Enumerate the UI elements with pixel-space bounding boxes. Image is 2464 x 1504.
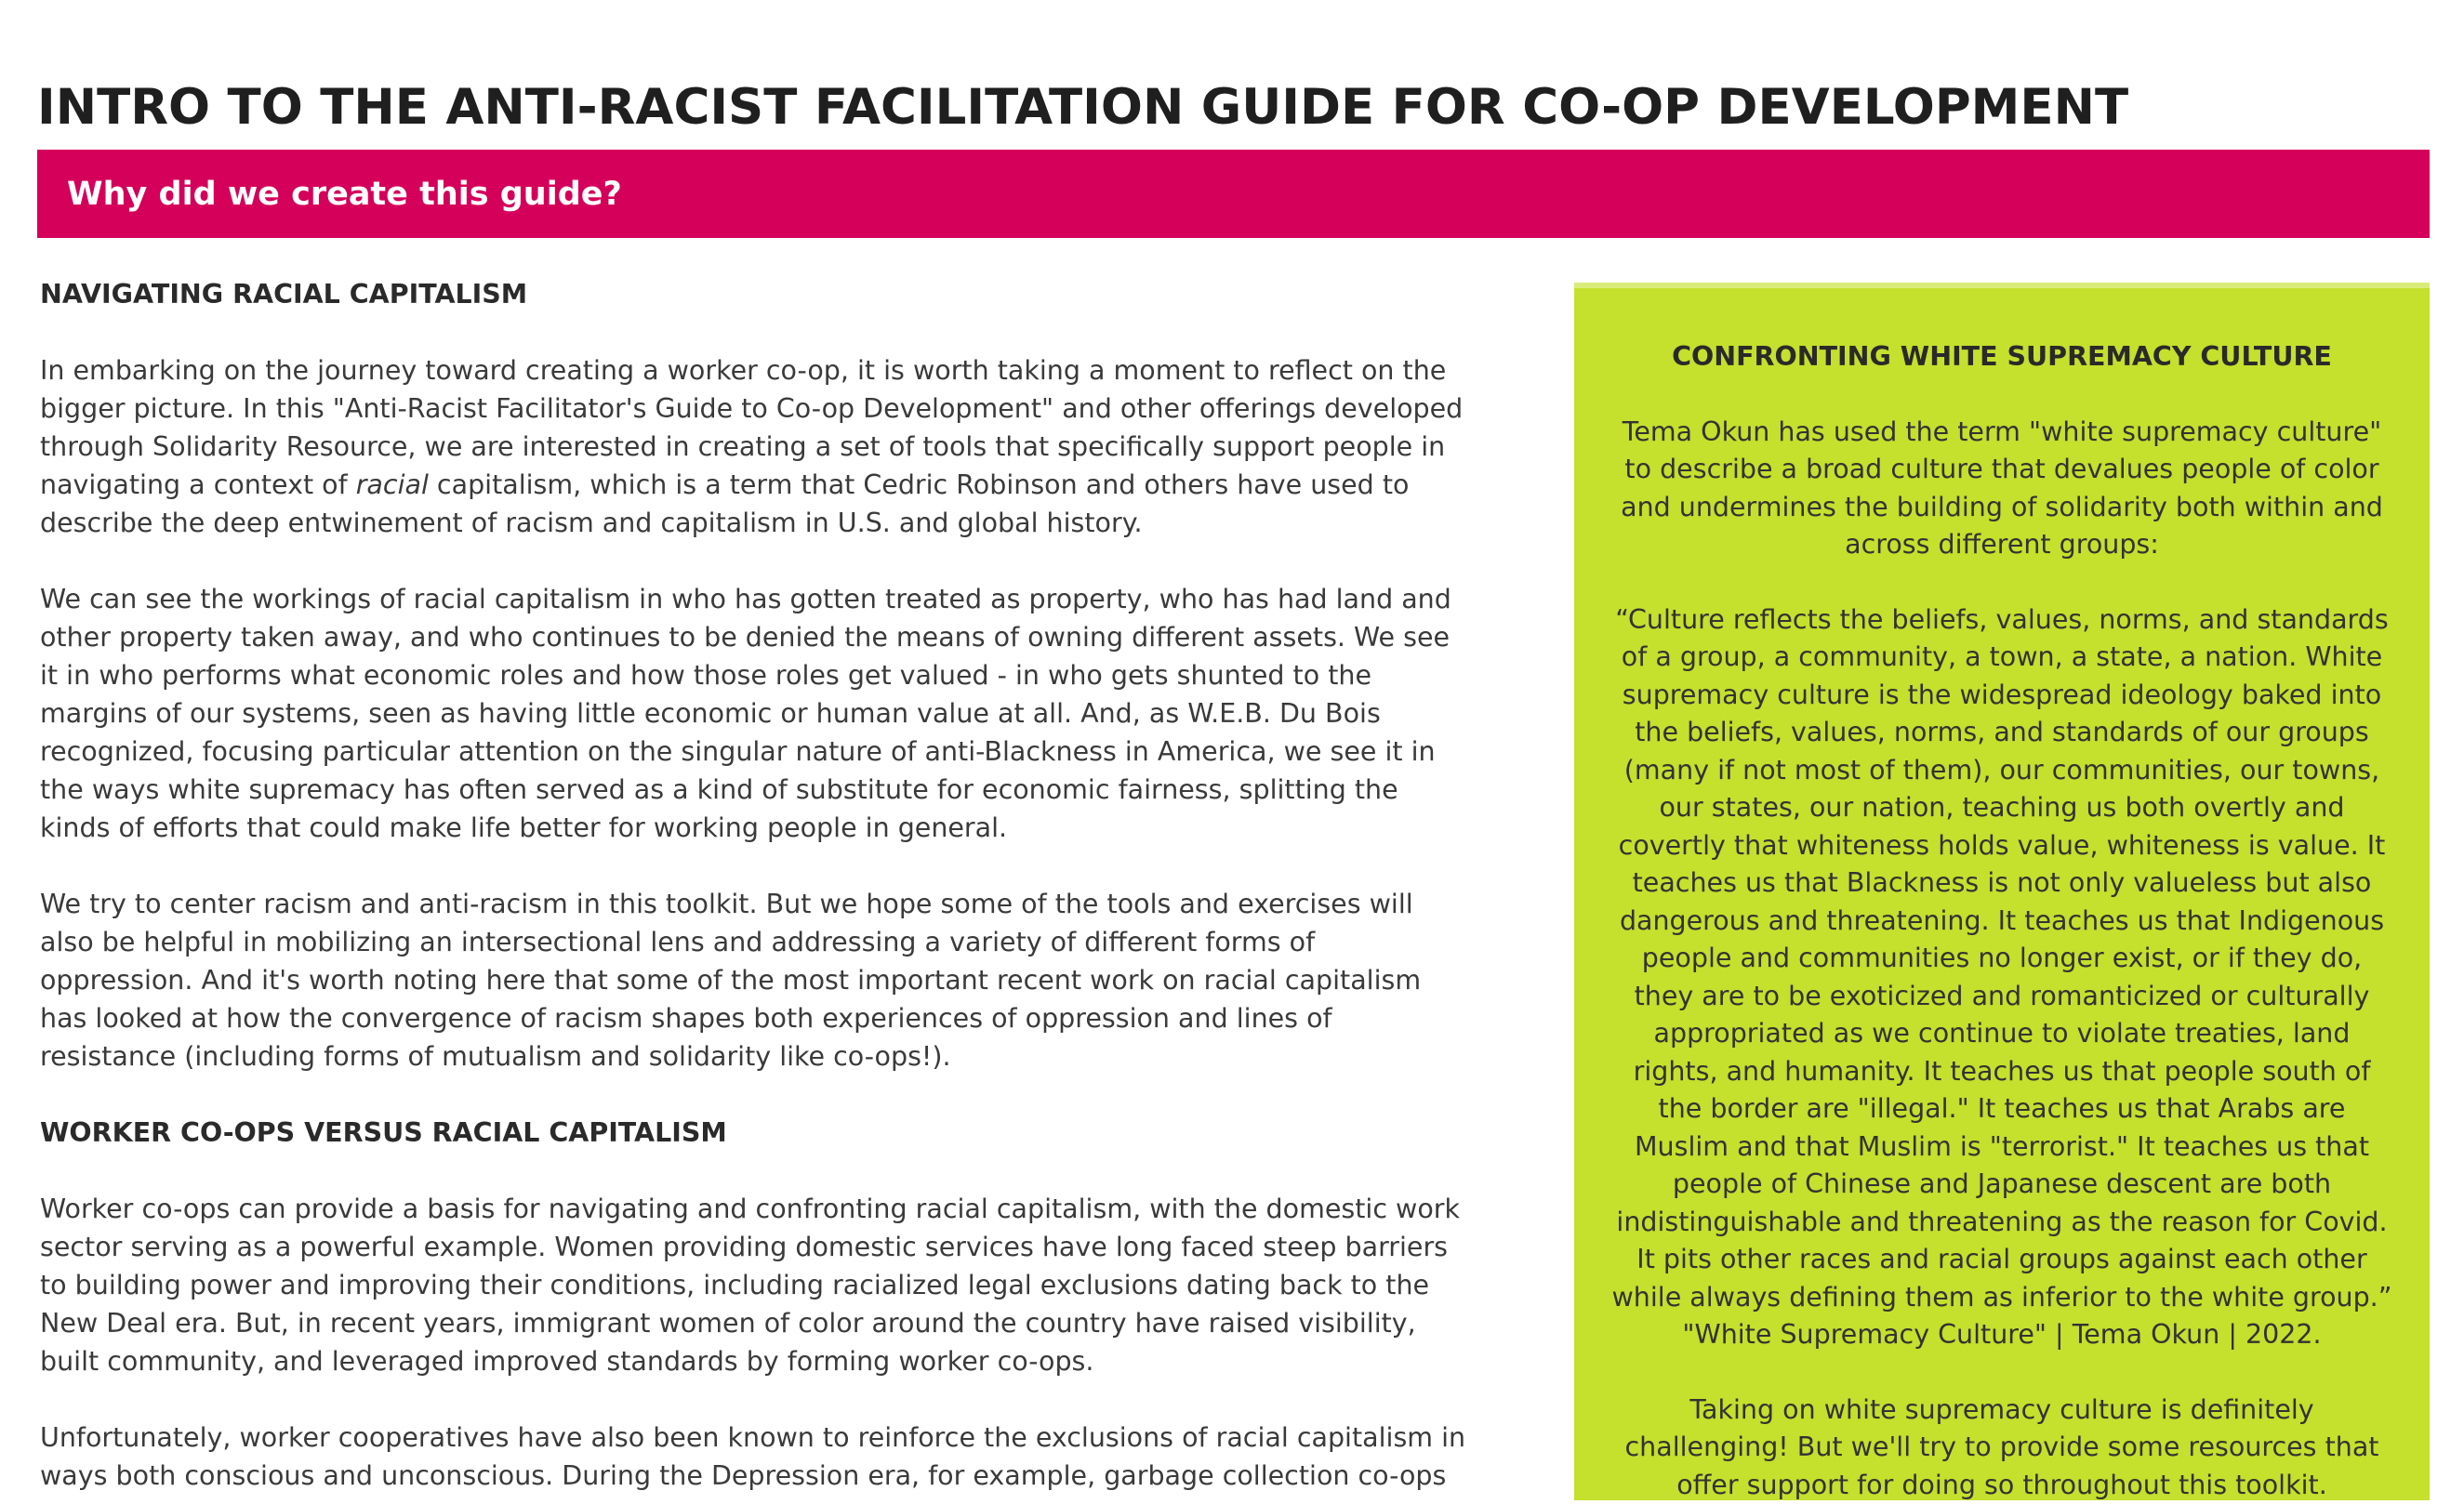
page-title: INTRO TO THE ANTI-RACIST FACILITATION GU… [37,73,2128,143]
paragraph-unfortunately: Unfortunately, worker cooperatives have … [40,1418,1472,1495]
paragraph-center-racism: We try to center racism and anti-racism … [40,885,1472,1075]
sidebar-quote: “Culture reflects the beliefs, values, n… [1611,601,2392,1354]
main-column: NAVIGATING RACIAL CAPITALISM In embarkin… [40,275,1472,1495]
paragraph-workings: We can see the workings of racial capita… [40,580,1472,847]
banner-heading: Why did we create this guide? [67,176,622,213]
section-heading-worker-coops: WORKER CO-OPS VERSUS RACIAL CAPITALISM [40,1114,1472,1152]
sidebar-paragraph-intro: Tema Okun has used the term "white supre… [1611,414,2392,564]
emphasis-racial: racial [356,469,429,500]
section-banner: Why did we create this guide? [37,150,2430,238]
section-heading-racial-capitalism: NAVIGATING RACIAL CAPITALISM [40,275,1472,313]
paragraph-intro: In embarking on the journey toward creat… [40,351,1472,542]
sidebar-paragraph-closing: Taking on white supremacy culture is def… [1611,1392,2392,1504]
sidebar-heading: CONFRONTING WHITE SUPREMACY CULTURE [1611,338,2392,376]
paragraph-domestic-work: Worker co-ops can provide a basis for na… [40,1190,1472,1380]
sidebar-callout: CONFRONTING WHITE SUPREMACY CULTURE Tema… [1574,283,2430,1500]
